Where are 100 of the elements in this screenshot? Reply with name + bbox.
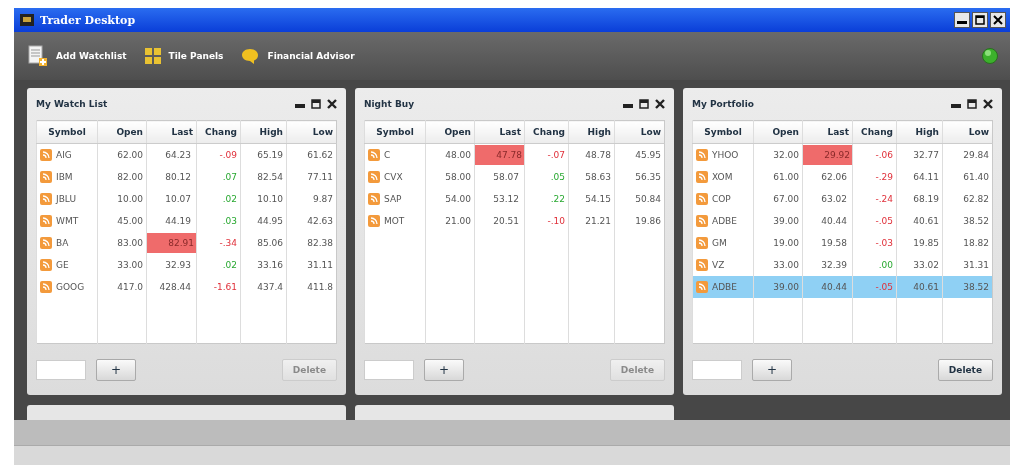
column-header[interactable]: Chang bbox=[196, 120, 241, 144]
table-cell: 45.00 bbox=[97, 210, 147, 233]
table-cell-text: 58.07 bbox=[492, 171, 520, 185]
column-header[interactable]: Open bbox=[425, 120, 475, 144]
table-cell: 65.19 bbox=[240, 143, 287, 167]
table-row[interactable]: WMT 45.00 44.19 .03 44.95 42.63 bbox=[36, 210, 337, 233]
table-cell: 18.82 bbox=[942, 232, 993, 255]
symbol-input-field[interactable] bbox=[692, 359, 742, 380]
column-header[interactable]: Symbol bbox=[364, 120, 426, 144]
column-header[interactable]: Open bbox=[753, 120, 803, 144]
table-cell: 82.54 bbox=[240, 166, 287, 189]
column-header[interactable]: Low bbox=[942, 120, 993, 144]
column-header[interactable]: Low bbox=[614, 120, 665, 144]
table-cell: 10.00 bbox=[97, 188, 147, 211]
panel-title: My Portfolio bbox=[692, 99, 755, 110]
feed-icon bbox=[696, 193, 708, 206]
column-header[interactable]: Last bbox=[146, 120, 197, 144]
column-header[interactable]: Symbol bbox=[36, 120, 98, 144]
feed-icon bbox=[40, 281, 52, 294]
column-header[interactable]: Low bbox=[286, 120, 337, 144]
table-row[interactable]: XOM 61.00 62.06 -.29 64.11 61.40 bbox=[692, 166, 993, 189]
toolbar-button[interactable]: Add Watchlist bbox=[28, 45, 127, 67]
table-cell: .02 bbox=[196, 188, 241, 211]
table-cell: 21.00 bbox=[425, 210, 475, 233]
column-header[interactable]: Last bbox=[802, 120, 853, 144]
close-button[interactable] bbox=[327, 99, 337, 110]
table-row[interactable]: JBLU 10.00 10.07 .02 10.10 9.87 bbox=[36, 188, 337, 211]
toolbar-button[interactable]: Financial Advisor bbox=[241, 48, 355, 64]
table-cell-text: 63.02 bbox=[820, 193, 848, 207]
column-header[interactable]: High bbox=[896, 120, 943, 144]
minimize-button[interactable] bbox=[954, 12, 970, 28]
table-cell-text: 80.12 bbox=[164, 171, 192, 185]
table-row[interactable]: GOOG 417.0 428.44 -1.61 437.4 411.8 bbox=[36, 276, 337, 299]
table-cell: 44.95 bbox=[240, 210, 287, 233]
table-cell: 32.00 bbox=[753, 143, 803, 167]
feed-icon bbox=[368, 149, 380, 162]
column-header[interactable]: Symbol bbox=[692, 120, 754, 144]
table-row[interactable]: MOT 21.00 20.51 -.10 21.21 19.86 bbox=[364, 210, 665, 233]
table-cell: 42.63 bbox=[286, 210, 337, 233]
table-row[interactable]: IBM 82.00 80.12 .07 82.54 77.11 bbox=[36, 166, 337, 189]
symbol-text: JBLU bbox=[56, 194, 76, 205]
close-button[interactable] bbox=[990, 12, 1006, 28]
table-row[interactable]: YHOO 32.00 29.92 -.06 32.77 29.84 bbox=[692, 143, 993, 167]
table-cell: 48.00 bbox=[425, 143, 475, 167]
table-cell: 85.06 bbox=[240, 232, 287, 255]
add-button[interactable]: + bbox=[424, 358, 464, 381]
feed-icon bbox=[40, 259, 52, 272]
column-header[interactable]: Last bbox=[474, 120, 525, 144]
feed-icon bbox=[696, 171, 708, 184]
column-header[interactable]: Chang bbox=[524, 120, 569, 144]
column-header[interactable]: Chang bbox=[852, 120, 897, 144]
feed-icon bbox=[368, 215, 380, 228]
feed-icon bbox=[696, 215, 708, 228]
close-icon bbox=[993, 15, 1003, 25]
symbol-text: CVX bbox=[384, 172, 403, 183]
table-cell: 437.4 bbox=[240, 276, 287, 299]
feed-icon bbox=[696, 237, 708, 250]
maximize-button[interactable] bbox=[639, 99, 649, 110]
table-row[interactable]: C 48.00 47.78 -.07 48.78 45.95 bbox=[364, 143, 665, 167]
table-cell: 19.86 bbox=[614, 210, 665, 233]
table-row[interactable]: BA 83.00 82.91 -.34 85.06 82.38 bbox=[36, 232, 337, 255]
table-cell: 62.00 bbox=[97, 143, 147, 167]
table-row[interactable]: GM 19.00 19.58 -.03 19.85 18.82 bbox=[692, 232, 993, 255]
symbol-text: GM bbox=[712, 238, 727, 249]
maximize-button[interactable] bbox=[311, 99, 321, 110]
table-cell: 54.00 bbox=[425, 188, 475, 211]
table-cell: 56.35 bbox=[614, 166, 665, 189]
speech-bubble-icon bbox=[241, 48, 260, 64]
table-row[interactable]: AIG 62.00 64.23 -.09 65.19 61.62 bbox=[36, 143, 337, 167]
table-cell: .07 bbox=[196, 166, 241, 189]
close-button[interactable] bbox=[983, 99, 993, 110]
symbol-text: WMT bbox=[56, 216, 79, 227]
table-cell: 64.11 bbox=[896, 166, 943, 189]
column-header[interactable]: Open bbox=[97, 120, 147, 144]
delete-button[interactable]: Delete bbox=[937, 358, 993, 381]
table-cell: 67.00 bbox=[753, 188, 803, 211]
table-cell: 58.00 bbox=[425, 166, 475, 189]
table-row[interactable]: SAP 54.00 53.12 .22 54.15 50.84 bbox=[364, 188, 665, 211]
symbol-input-field[interactable] bbox=[36, 359, 86, 380]
column-header[interactable]: High bbox=[240, 120, 287, 144]
add-button[interactable]: + bbox=[752, 358, 792, 381]
table-cell: 19.85 bbox=[896, 232, 943, 255]
maximize-button[interactable] bbox=[967, 99, 977, 110]
table-cell-text: 10.07 bbox=[164, 193, 192, 207]
maximize-button[interactable] bbox=[972, 12, 988, 28]
table-row[interactable]: CVX 58.00 58.07 .05 58.63 56.35 bbox=[364, 166, 665, 189]
toolbar-button[interactable]: Tile Panels bbox=[144, 48, 224, 64]
table-row[interactable]: ADBE 39.00 40.44 -.05 40.61 38.52 bbox=[692, 210, 993, 233]
table-row[interactable]: GE 33.00 32.93 .02 33.16 31.11 bbox=[36, 254, 337, 277]
table-row[interactable]: ADBE 39.00 40.44 -.05 40.61 38.52 bbox=[692, 276, 993, 299]
table-row[interactable]: COP 67.00 63.02 -.24 68.19 62.82 bbox=[692, 188, 993, 211]
symbol-input-field[interactable] bbox=[364, 359, 414, 380]
table-cell: -.09 bbox=[196, 143, 241, 167]
table-cell-text: 53.12 bbox=[492, 193, 520, 207]
symbol-text: MOT bbox=[384, 216, 405, 227]
feed-icon bbox=[40, 171, 52, 184]
add-button[interactable]: + bbox=[96, 358, 136, 381]
feed-icon bbox=[368, 171, 380, 184]
column-header[interactable]: High bbox=[568, 120, 615, 144]
close-button[interactable] bbox=[655, 99, 665, 110]
